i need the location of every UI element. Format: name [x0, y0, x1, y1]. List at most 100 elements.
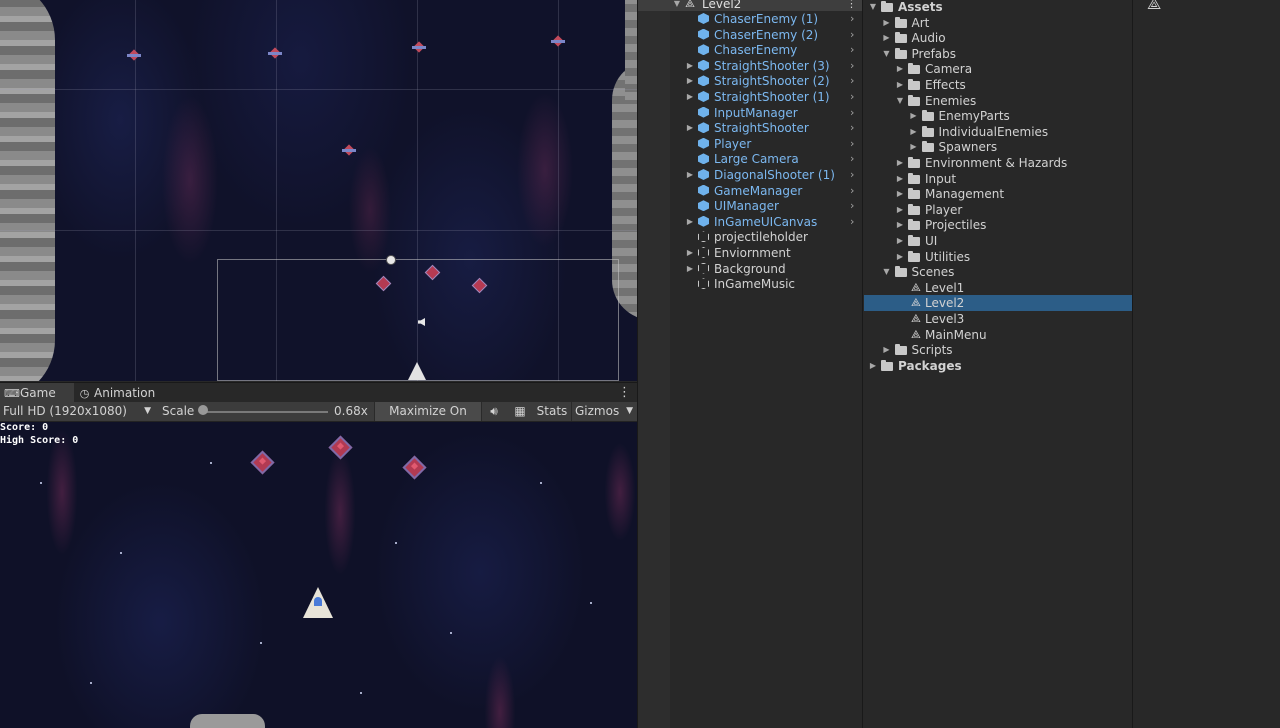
hierarchy-item[interactable]: ▶ InGameUICanvas › [638, 214, 862, 230]
expand-arrow-icon[interactable]: ▶ [685, 167, 695, 183]
scene-enemy[interactable] [127, 49, 141, 61]
project-folder-item[interactable]: ▶ Environment & Hazards [864, 155, 1132, 171]
collapse-arrow-icon[interactable]: ▼ [882, 264, 892, 280]
hierarchy-item[interactable]: ▶ DiagonalShooter (1) › [638, 167, 862, 183]
scene-enemy[interactable] [268, 47, 282, 59]
open-prefab-chevron-icon[interactable]: › [850, 11, 854, 27]
open-prefab-chevron-icon[interactable]: › [850, 42, 854, 58]
project-folder-item[interactable]: ▶ Projectiles [864, 217, 1132, 233]
open-prefab-chevron-icon[interactable]: › [850, 58, 854, 74]
open-prefab-chevron-icon[interactable]: › [850, 198, 854, 214]
project-folder-item[interactable]: ▶ Camera [864, 61, 1132, 77]
project-folder-item[interactable]: ▶ Player [864, 202, 1132, 218]
expand-arrow-icon[interactable]: ▶ [685, 120, 695, 136]
hierarchy-item[interactable]: projectileholder [638, 229, 862, 245]
expand-arrow-icon[interactable]: ▶ [685, 214, 695, 230]
project-folder-item[interactable]: ▶ UI [864, 233, 1132, 249]
expand-arrow-icon[interactable]: ▶ [868, 358, 878, 374]
panel-menu-icon[interactable]: ⋮ [618, 383, 631, 403]
maximize-on-play-button[interactable]: Maximize On Play [374, 402, 482, 437]
project-scene-item[interactable]: ⟁ MainMenu [864, 327, 1132, 343]
tab-game[interactable]: ⌨Game [0, 383, 74, 403]
project-scene-item[interactable]: ⟁ Level1 [864, 280, 1132, 296]
expand-arrow-icon[interactable]: ▶ [895, 249, 905, 265]
expand-arrow-icon[interactable]: ▶ [685, 58, 695, 74]
collapse-arrow-icon[interactable]: ▼ [895, 93, 905, 109]
expand-arrow-icon[interactable]: ▶ [895, 217, 905, 233]
project-folder-item[interactable]: ▼ Prefabs [864, 46, 1132, 62]
game-view[interactable]: Score: 0 High Score: 0 [0, 422, 637, 728]
panel-divider[interactable] [862, 0, 863, 728]
hierarchy-item[interactable]: InGameMusic [638, 276, 862, 292]
tab-animation[interactable]: ◷ Animation [74, 383, 161, 403]
expand-arrow-icon[interactable]: ▶ [895, 202, 905, 218]
hierarchy-item[interactable]: ▶ StraightShooter (3) › [638, 58, 862, 74]
collapse-arrow-icon[interactable]: ▼ [868, 0, 878, 15]
project-folder-item[interactable]: ▶ Input [864, 171, 1132, 187]
expand-arrow-icon[interactable]: ▶ [685, 73, 695, 89]
expand-arrow-icon[interactable]: ▶ [895, 171, 905, 187]
project-folder-item[interactable]: ▶ Audio [864, 30, 1132, 46]
open-prefab-chevron-icon[interactable]: › [850, 105, 854, 121]
project-scene-item[interactable]: ⟁ Level2 [864, 295, 1132, 311]
expand-arrow-icon[interactable]: ▶ [685, 245, 695, 261]
open-prefab-chevron-icon[interactable]: › [850, 120, 854, 136]
hierarchy-item[interactable]: Large Camera › [638, 151, 862, 167]
stats-button[interactable]: Stats [535, 402, 569, 421]
project-folder-item[interactable]: ▼ Enemies [864, 93, 1132, 109]
expand-arrow-icon[interactable]: ▶ [895, 77, 905, 93]
expand-arrow-icon[interactable]: ▶ [685, 89, 695, 105]
project-folder-item[interactable]: ▶ Scripts [864, 342, 1132, 358]
collapse-arrow-icon[interactable]: ▼ [882, 46, 892, 62]
hierarchy-item[interactable]: ChaserEnemy (2) › [638, 27, 862, 43]
open-prefab-chevron-icon[interactable]: › [850, 136, 854, 152]
scale-slider-thumb[interactable] [198, 405, 208, 415]
open-prefab-chevron-icon[interactable]: › [850, 73, 854, 89]
open-prefab-chevron-icon[interactable]: › [850, 214, 854, 230]
hierarchy-item[interactable]: ▶ StraightShooter (1) › [638, 89, 862, 105]
scene-enemy[interactable] [551, 35, 565, 47]
project-folder-item[interactable]: ▶ Effects [864, 77, 1132, 93]
scene-player-ship[interactable] [408, 362, 426, 380]
resolution-dropdown[interactable]: Full HD (1920x1080) ▼ [3, 402, 153, 421]
expand-arrow-icon[interactable]: ▶ [895, 186, 905, 202]
scene-enemy[interactable] [342, 144, 364, 156]
open-prefab-chevron-icon[interactable]: › [850, 151, 854, 167]
open-prefab-chevron-icon[interactable]: › [850, 167, 854, 183]
expand-arrow-icon[interactable]: ▶ [882, 342, 892, 358]
expand-arrow-icon[interactable]: ▶ [895, 233, 905, 249]
project-scene-item[interactable]: ⟁ Level3 [864, 311, 1132, 327]
open-prefab-chevron-icon[interactable]: › [850, 183, 854, 199]
open-prefab-chevron-icon[interactable]: › [850, 89, 854, 105]
expand-arrow-icon[interactable]: ▶ [909, 124, 919, 140]
hierarchy-item[interactable]: ChaserEnemy › [638, 42, 862, 58]
keyboard-shortcuts-button[interactable]: ▦ [509, 402, 531, 421]
project-folder-item[interactable]: ▶ Art [864, 15, 1132, 31]
project-folder-item[interactable]: ▶ EnemyParts [864, 108, 1132, 124]
expand-arrow-icon[interactable]: ▶ [882, 15, 892, 31]
project-folder-item[interactable]: ▼ Scenes [864, 264, 1132, 280]
chevron-down-icon[interactable]: ▼ [626, 402, 633, 421]
gizmos-button[interactable]: Gizmos ▼ [571, 402, 637, 421]
hierarchy-item[interactable]: ▶ StraightShooter › [638, 120, 862, 136]
hierarchy-item[interactable]: ▶ Background [638, 261, 862, 277]
hierarchy-item[interactable]: Player › [638, 136, 862, 152]
scene-view[interactable] [0, 0, 637, 381]
hierarchy-item[interactable]: ▶ StraightShooter (2) › [638, 73, 862, 89]
hierarchy-item[interactable]: UIManager › [638, 198, 862, 214]
project-folder-item[interactable]: ▶ IndividualEnemies [864, 124, 1132, 140]
project-folder-item[interactable]: ▶ Spawners [864, 139, 1132, 155]
expand-arrow-icon[interactable]: ▶ [882, 30, 892, 46]
hierarchy-item[interactable]: ▶ Enviornment [638, 245, 862, 261]
scale-slider-track[interactable] [200, 411, 328, 413]
expand-arrow-icon[interactable]: ▶ [895, 61, 905, 77]
expand-arrow-icon[interactable]: ▶ [685, 261, 695, 277]
mute-audio-button[interactable]: 🔊︎ [484, 402, 504, 421]
camera-gizmo-icon[interactable] [386, 255, 396, 265]
expand-arrow-icon[interactable]: ▶ [909, 108, 919, 124]
hierarchy-item[interactable]: GameManager › [638, 183, 862, 199]
project-folder-item[interactable]: ▶ Utilities [864, 249, 1132, 265]
expand-arrow-icon[interactable]: ▶ [909, 139, 919, 155]
hierarchy-item[interactable]: InputManager › [638, 105, 862, 121]
project-folder-item[interactable]: ▶ Management [864, 186, 1132, 202]
